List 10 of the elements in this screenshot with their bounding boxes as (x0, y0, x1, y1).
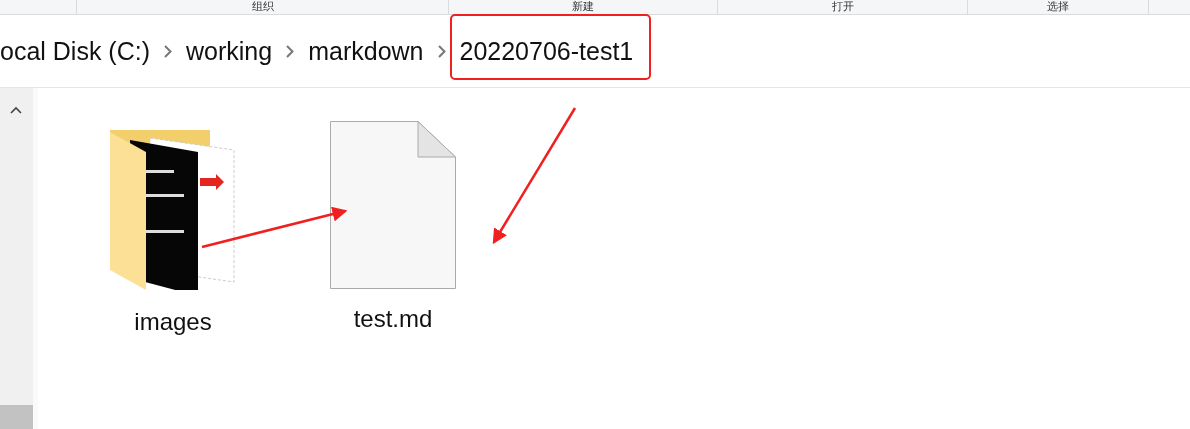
breadcrumb-item[interactable]: 20220706-test1 (459, 36, 634, 66)
ribbon-group-label: 新建 (449, 0, 718, 14)
breadcrumb-item[interactable]: ocal Disk (C:) (0, 36, 150, 66)
ribbon-group-label: 组织 (77, 0, 449, 14)
ribbon-group-label: 选择 (968, 0, 1149, 14)
breadcrumb-item[interactable]: markdown (308, 36, 424, 66)
file-name[interactable]: test.md (353, 305, 433, 333)
ribbon-group-label: 打开 (718, 0, 968, 14)
breadcrumb-item[interactable]: working (186, 36, 273, 66)
file-name[interactable]: images (134, 308, 212, 336)
